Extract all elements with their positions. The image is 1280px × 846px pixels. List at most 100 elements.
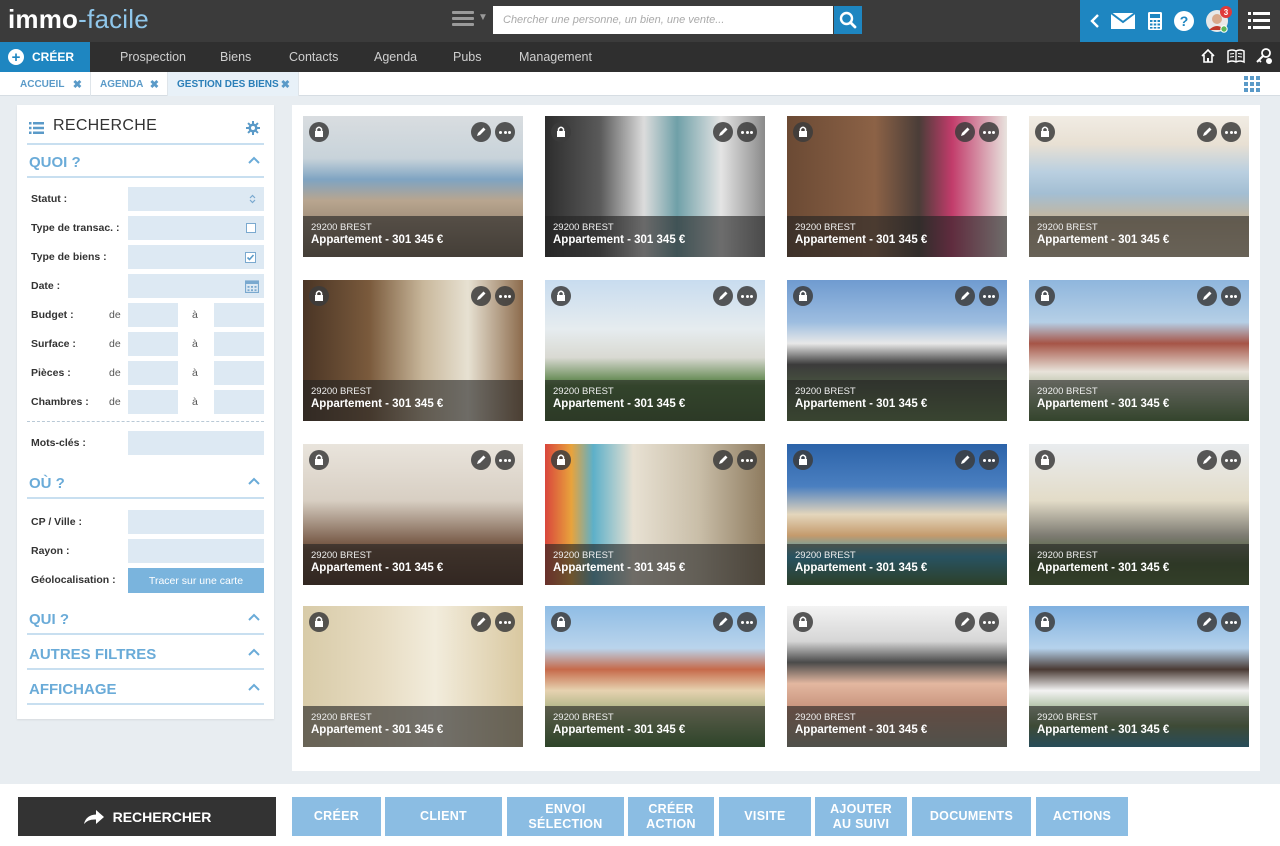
mots-cles-input[interactable] (128, 431, 264, 455)
lock-icon[interactable] (551, 122, 571, 142)
key-settings-button[interactable] (1255, 47, 1273, 70)
type-transac-field[interactable] (128, 216, 264, 240)
search-submit-button[interactable]: RECHERCHER (18, 797, 276, 836)
back-button[interactable] (1084, 0, 1106, 42)
more-options-icon[interactable] (979, 450, 999, 470)
edit-icon[interactable] (955, 450, 975, 470)
pieces-min-input[interactable] (128, 361, 178, 385)
budget-max-input[interactable] (214, 303, 264, 327)
pieces-max-input[interactable] (214, 361, 264, 385)
section-ou[interactable]: OÙ ? (27, 469, 264, 499)
calculator-button[interactable] (1144, 0, 1166, 42)
more-options-icon[interactable] (737, 450, 757, 470)
lock-icon[interactable] (309, 286, 329, 306)
create-action-button[interactable]: CRÉER (292, 797, 381, 836)
draw-on-map-button[interactable]: Tracer sur une carte (128, 568, 264, 593)
lock-icon[interactable] (551, 286, 571, 306)
tab-accueil[interactable]: ACCUEIL ✖ (0, 72, 91, 96)
edit-icon[interactable] (1197, 450, 1217, 470)
app-logo[interactable]: immo-facile (8, 4, 149, 35)
help-button[interactable]: ? (1172, 0, 1196, 42)
edit-icon[interactable] (1197, 612, 1217, 632)
edit-icon[interactable] (713, 612, 733, 632)
menu-toggle-button[interactable]: ▼ (452, 10, 490, 30)
more-options-icon[interactable] (495, 122, 515, 142)
listing-title[interactable]: Appartement - 301 345 € (553, 234, 757, 246)
section-qui[interactable]: QUI ? (27, 605, 264, 635)
section-autres-filtres[interactable]: AUTRES FILTRES (27, 640, 264, 670)
listing-card[interactable]: 29200 BREST Appartement - 301 345 € (1029, 280, 1249, 421)
more-options-icon[interactable] (495, 450, 515, 470)
listing-card[interactable]: 29200 BREST Appartement - 301 345 € (545, 606, 765, 747)
nav-item-management[interactable]: Management (519, 50, 592, 64)
more-options-icon[interactable] (1221, 286, 1241, 306)
more-options-icon[interactable] (1221, 612, 1241, 632)
close-icon[interactable]: ✖ (281, 78, 290, 91)
create-task-button[interactable]: CRÉER ACTION (628, 797, 714, 836)
listing-title[interactable]: Appartement - 301 345 € (311, 398, 515, 410)
more-options-icon[interactable] (979, 286, 999, 306)
lock-icon[interactable] (793, 122, 813, 142)
listing-card[interactable]: 29200 BREST Appartement - 301 345 € (303, 280, 523, 421)
close-icon[interactable]: ✖ (150, 78, 159, 91)
lock-icon[interactable] (793, 450, 813, 470)
gear-icon[interactable] (246, 121, 260, 135)
nav-item-prospection[interactable]: Prospection (120, 50, 186, 64)
more-options-icon[interactable] (495, 612, 515, 632)
listing-title[interactable]: Appartement - 301 345 € (1037, 562, 1241, 574)
cp-ville-input[interactable] (128, 510, 264, 534)
calendar-icon[interactable] (245, 279, 259, 293)
listing-card[interactable]: 29200 BREST Appartement - 301 345 € (1029, 444, 1249, 585)
listing-title[interactable]: Appartement - 301 345 € (795, 724, 999, 736)
lock-icon[interactable] (309, 122, 329, 142)
listing-title[interactable]: Appartement - 301 345 € (1037, 724, 1241, 736)
lock-icon[interactable] (309, 612, 329, 632)
more-options-icon[interactable] (979, 122, 999, 142)
more-options-icon[interactable] (737, 286, 757, 306)
lock-icon[interactable] (551, 612, 571, 632)
listing-title[interactable]: Appartement - 301 345 € (553, 562, 757, 574)
mail-button[interactable] (1108, 0, 1138, 42)
tab-agenda[interactable]: AGENDA ✖ (91, 72, 168, 96)
listing-title[interactable]: Appartement - 301 345 € (1037, 398, 1241, 410)
listing-title[interactable]: Appartement - 301 345 € (795, 562, 999, 574)
listing-title[interactable]: Appartement - 301 345 € (553, 724, 757, 736)
type-transac-checkbox[interactable] (246, 223, 256, 233)
home-button[interactable] (1200, 48, 1216, 69)
listing-title[interactable]: Appartement - 301 345 € (795, 234, 999, 246)
listing-card[interactable]: 29200 BREST Appartement - 301 345 € (1029, 116, 1249, 257)
listing-card[interactable]: 29200 BREST Appartement - 301 345 € (787, 280, 1007, 421)
listing-card[interactable]: 29200 BREST Appartement - 301 345 € (787, 606, 1007, 747)
more-options-icon[interactable] (979, 612, 999, 632)
nav-item-agenda[interactable]: Agenda (374, 50, 417, 64)
listing-card[interactable]: 29200 BREST Appartement - 301 345 € (787, 116, 1007, 257)
listing-title[interactable]: Appartement - 301 345 € (311, 724, 515, 736)
listing-card[interactable]: 29200 BREST Appartement - 301 345 € (545, 116, 765, 257)
listing-card[interactable]: 29200 BREST Appartement - 301 345 € (1029, 606, 1249, 747)
chambres-max-input[interactable] (214, 390, 264, 414)
type-biens-checkbox[interactable] (245, 252, 256, 263)
listing-card[interactable]: 29200 BREST Appartement - 301 345 € (303, 116, 523, 257)
send-selection-button[interactable]: ENVOI SÉLECTION (507, 797, 624, 836)
actions-button[interactable]: ACTIONS (1036, 797, 1128, 836)
listing-card[interactable]: 29200 BREST Appartement - 301 345 € (303, 444, 523, 585)
client-button[interactable]: CLIENT (385, 797, 502, 836)
book-button[interactable] (1227, 48, 1245, 69)
add-to-followup-button[interactable]: AJOUTER AU SUIVI (815, 797, 907, 836)
type-biens-field[interactable] (128, 245, 264, 269)
more-options-icon[interactable] (737, 122, 757, 142)
nav-item-biens[interactable]: Biens (220, 50, 251, 64)
surface-min-input[interactable] (128, 332, 178, 356)
edit-icon[interactable] (1197, 286, 1217, 306)
listing-card[interactable]: 29200 BREST Appartement - 301 345 € (545, 280, 765, 421)
date-input[interactable] (128, 274, 264, 298)
section-quoi[interactable]: QUOI ? (27, 148, 264, 178)
listing-card[interactable]: 29200 BREST Appartement - 301 345 € (545, 444, 765, 585)
lock-icon[interactable] (793, 286, 813, 306)
listing-title[interactable]: Appartement - 301 345 € (311, 234, 515, 246)
chambres-min-input[interactable] (128, 390, 178, 414)
more-options-icon[interactable] (1221, 122, 1241, 142)
listing-title[interactable]: Appartement - 301 345 € (553, 398, 757, 410)
edit-icon[interactable] (955, 612, 975, 632)
more-options-icon[interactable] (1221, 450, 1241, 470)
